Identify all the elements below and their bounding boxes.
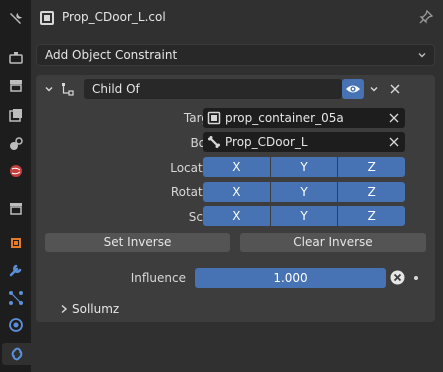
chevron-right-icon[interactable]	[60, 304, 68, 314]
collection-icon	[9, 203, 22, 215]
tab-output[interactable]	[3, 74, 28, 96]
tab-scene[interactable]	[3, 133, 28, 155]
bone-field[interactable]: Prop_CDoor_L	[203, 132, 405, 152]
scale-axes: X Y Z	[203, 206, 406, 226]
remove-constraint-button[interactable]	[387, 80, 403, 98]
tab-physics[interactable]	[3, 314, 28, 336]
world-icon	[9, 165, 22, 177]
target-value: prop_container_05a	[225, 111, 344, 125]
bone-value: Prop_CDoor_L	[225, 135, 308, 149]
child-of-icon	[62, 83, 74, 96]
tool-icon	[9, 13, 22, 24]
scale-y-toggle[interactable]: Y	[270, 206, 338, 226]
constraint-icon	[11, 347, 22, 361]
scene-icon	[9, 137, 23, 150]
object-data-icon	[40, 11, 54, 25]
tab-view-layer[interactable]	[3, 104, 28, 126]
tab-collection[interactable]	[3, 197, 28, 219]
physics-icon	[8, 318, 23, 332]
rotation-x-toggle[interactable]: X	[203, 182, 270, 202]
object-icon	[10, 238, 21, 248]
tab-world[interactable]	[3, 160, 28, 182]
eye-icon	[346, 85, 360, 93]
add-object-constraint-label: Add Object Constraint	[45, 48, 178, 62]
particles-icon	[8, 291, 23, 305]
properties-header: Prop_CDoor_L.col	[31, 0, 443, 36]
disable-keep-transform-icon[interactable]	[390, 270, 405, 285]
clear-inverse-button[interactable]: Clear Inverse	[240, 233, 426, 252]
influence-slider[interactable]: 1.000	[195, 268, 386, 288]
rotation-z-toggle[interactable]: Z	[338, 182, 406, 202]
tab-constraint[interactable]	[2, 343, 31, 365]
output-icon	[9, 80, 22, 92]
tab-modifier[interactable]	[3, 259, 28, 281]
view-layer-icon	[8, 109, 22, 122]
scale-z-toggle[interactable]: Z	[338, 206, 406, 226]
influence-label: Influence	[130, 271, 186, 285]
rotation-y-toggle[interactable]: Y	[270, 182, 338, 202]
location-y-toggle[interactable]: Y	[270, 157, 338, 177]
influence-value: 1.000	[273, 271, 308, 285]
close-icon	[390, 84, 400, 94]
rotation-axes: X Y Z	[203, 182, 406, 202]
tab-object[interactable]	[3, 232, 28, 254]
close-icon[interactable]	[389, 137, 399, 147]
tab-particles[interactable]	[3, 287, 28, 309]
render-icon	[8, 52, 23, 64]
constraint-header: Child Of	[36, 75, 435, 103]
visibility-toggle[interactable]	[342, 79, 364, 99]
chevron-down-icon[interactable]	[44, 84, 54, 94]
pin-icon[interactable]	[418, 9, 434, 25]
animate-property-dot[interactable]	[414, 276, 418, 280]
object-name: Prop_CDoor_L.col	[62, 10, 166, 24]
tab-render[interactable]	[3, 47, 28, 69]
chevron-down-icon	[418, 53, 426, 58]
set-inverse-button[interactable]: Set Inverse	[45, 233, 230, 252]
tab-tool[interactable]	[3, 8, 28, 30]
location-axes: X Y Z	[203, 157, 406, 177]
constraint-name-field[interactable]: Child Of	[84, 79, 342, 99]
location-x-toggle[interactable]: X	[203, 157, 270, 177]
close-icon[interactable]	[389, 113, 399, 123]
constraint-menu-button[interactable]	[366, 80, 382, 98]
bone-icon	[208, 136, 220, 148]
child-of-constraint-panel: Child Of Target prop_container_05a Bone …	[36, 75, 435, 322]
modifier-icon	[9, 264, 21, 277]
location-z-toggle[interactable]: Z	[338, 157, 406, 177]
scale-x-toggle[interactable]: X	[203, 206, 270, 226]
sollumz-subpanel-label[interactable]: Sollumz	[72, 302, 119, 316]
add-object-constraint-dropdown[interactable]: Add Object Constraint	[36, 44, 435, 66]
chevron-down-icon	[370, 87, 378, 92]
properties-tab-strip	[0, 0, 31, 372]
target-field[interactable]: prop_container_05a	[203, 108, 405, 128]
object-data-icon	[207, 111, 221, 125]
